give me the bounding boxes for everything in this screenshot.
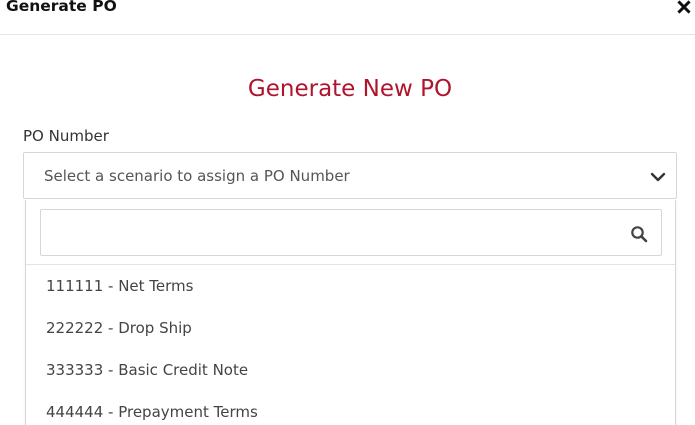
select-placeholder: Select a scenario to assign a PO Number	[44, 167, 350, 185]
option-item[interactable]: 444444 - Prepayment Terms	[26, 391, 675, 425]
option-item[interactable]: 111111 - Net Terms	[26, 265, 675, 307]
dropdown-search	[26, 200, 675, 265]
modal-title: Generate PO	[6, 0, 117, 15]
chevron-down-icon	[650, 172, 666, 182]
option-item[interactable]: 333333 - Basic Credit Note	[26, 349, 675, 391]
po-number-label: PO Number	[23, 127, 109, 145]
modal-header: Generate PO	[0, 0, 695, 35]
po-number-select[interactable]: Select a scenario to assign a PO Number	[23, 152, 677, 199]
form-heading: Generate New PO	[247, 76, 453, 102]
search-input[interactable]	[40, 209, 662, 256]
close-button[interactable]	[677, 0, 691, 14]
close-icon	[677, 0, 691, 14]
generate-po-modal: Generate PO Generate New PO PO Number Se…	[0, 0, 695, 425]
option-item[interactable]: 222222 - Drop Ship	[26, 307, 675, 349]
scenario-dropdown: 111111 - Net Terms 222222 - Drop Ship 33…	[25, 200, 676, 425]
